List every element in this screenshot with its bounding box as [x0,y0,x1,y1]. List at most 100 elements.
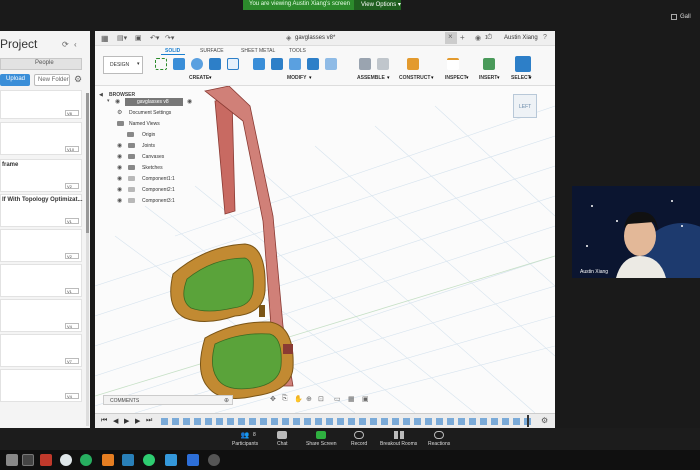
version-badge[interactable]: V2 [65,253,79,259]
version-badge[interactable]: V1 [65,288,79,294]
version-badge[interactable]: V2 [65,183,79,189]
view-options-button[interactable]: View Options ▾ [354,0,401,10]
eye-icon[interactable]: ◉ [117,175,122,182]
measure-icon[interactable] [447,58,459,70]
file-item[interactable]: frame V2 [0,159,82,192]
eye-icon[interactable]: ◉ [117,153,122,160]
new-folder-button[interactable]: New Folder [34,74,70,86]
scrollbar[interactable] [86,93,89,426]
file-item[interactable]: V4 [0,369,82,402]
create-sketch-icon[interactable] [155,58,167,70]
offset-plane-icon[interactable] [407,58,419,70]
create-menu[interactable]: CREATE [189,75,209,81]
tab-surface[interactable]: SURFACE [200,48,224,54]
modify-menu[interactable]: MODIFY [287,75,306,81]
fit-icon[interactable]: ⊡ [318,395,324,403]
new-component-icon[interactable] [359,58,371,70]
orbit-icon[interactable]: ✥ [270,395,276,403]
tab-people[interactable]: People [0,58,82,70]
comments-panel[interactable]: COMMENTS ⊕ [103,395,233,405]
grid-menu-icon[interactable]: ▦ [101,34,109,43]
file-item[interactable]: V8 [0,90,82,119]
go-to-start-icon[interactable]: ⏮ [101,417,107,425]
shell-icon[interactable] [307,58,319,70]
task-view-icon[interactable] [22,454,34,466]
file-item[interactable]: V2 [0,229,82,262]
redo-icon[interactable]: ↷▾ [165,34,174,42]
look-at-icon[interactable]: ⎘ [282,395,288,403]
eye-icon[interactable]: ◉ [117,197,122,204]
grid-settings-icon[interactable]: ▦ [348,395,355,403]
collapse-icon[interactable]: ◀ [99,92,103,98]
pattern-icon[interactable] [227,58,239,70]
notification-count[interactable]: 1 [485,35,488,41]
version-badge[interactable]: V1 [65,218,79,224]
chamfer-icon[interactable] [289,58,301,70]
browser-root[interactable]: ▾ ◉ gavglasses v8 ◉ [107,98,192,107]
assemble-menu[interactable]: ASSEMBLE [357,75,385,81]
close-tab-icon[interactable]: × [445,32,457,44]
file-item[interactable]: lf With Topology Optimizat... V1 [0,194,83,227]
timeline-marker[interactable] [527,415,529,427]
pan-icon[interactable]: ✋ [294,395,303,403]
eye-icon[interactable]: ◉ [117,186,122,193]
play-icon[interactable]: ▶ [124,417,129,425]
upload-button[interactable]: Upload [0,74,30,86]
go-to-end-icon[interactable]: ⏭ [146,417,152,425]
inspect-menu[interactable]: INSPECT [445,75,467,81]
step-forward-icon[interactable]: ▶ [135,417,140,425]
app-icon[interactable] [208,454,220,466]
viewports-icon[interactable]: ▣ [362,395,369,403]
help-icon[interactable]: ? [543,34,547,41]
share-screen-button[interactable]: Share Screen [306,431,337,447]
refresh-icon[interactable]: ⟳ [62,40,69,49]
app-icon[interactable] [40,454,52,466]
vscode-icon[interactable] [122,454,134,466]
eye-icon[interactable]: ◉ [115,98,120,105]
fusion-taskbar-icon[interactable] [102,454,114,466]
select-icon[interactable] [515,56,531,72]
new-tab-icon[interactable]: + [460,33,465,42]
gallery-view-label[interactable]: Gall [680,14,691,20]
add-comment-icon[interactable]: ⊕ [224,397,229,404]
display-settings-icon[interactable]: ▭ [334,395,341,403]
user-name[interactable]: Austin Xiang [504,35,538,41]
version-badge[interactable]: V4 [65,393,79,399]
version-badge[interactable]: V4 [65,323,79,329]
revolve-icon[interactable] [191,58,203,70]
file-item[interactable]: V4 [0,299,82,332]
scale-icon[interactable] [325,58,337,70]
design-canvas[interactable]: ◀ BROWSER ▾ ◉ gavglasses v8 ◉ ⚙ Document … [95,86,555,413]
version-badge[interactable]: V10 [65,146,79,152]
step-back-icon[interactable]: ◀ [113,417,118,425]
select-menu[interactable]: SELECT [511,75,531,81]
fillet-icon[interactable] [271,58,283,70]
temple-left[interactable] [214,97,236,215]
extensions-icon[interactable]: ◉ [475,34,481,42]
app-icon[interactable] [143,454,155,466]
reactions-button[interactable]: Reactions [428,431,450,447]
version-badge[interactable]: V8 [65,110,79,116]
expand-icon[interactable]: ▾ [107,98,110,104]
gear-icon[interactable]: ⚙ [74,74,82,85]
undo-icon[interactable]: ↶▾ [150,34,159,42]
tab-tools[interactable]: TOOLS [289,48,306,54]
version-badge[interactable]: V7 [65,358,79,364]
gallery-view-icon[interactable] [671,14,677,20]
record-button[interactable]: Record [351,431,367,447]
extrude-icon[interactable] [173,58,185,70]
close-panel-icon[interactable]: ‹ [74,40,77,49]
viewcube[interactable]: LEFT [513,94,537,118]
timeline-features[interactable] [161,418,531,425]
file-item[interactable]: V10 [0,122,82,155]
save-icon[interactable]: ▣ [135,34,142,42]
active-radio-icon[interactable]: ◉ [187,98,192,105]
insert-menu[interactable]: INSERT [479,75,497,81]
construct-menu[interactable]: CONSTRUCT [399,75,430,81]
file-menu-icon[interactable]: ▤▾ [117,34,127,42]
file-item[interactable]: V7 [0,334,82,367]
workspace-switcher[interactable]: DESIGN ▾ [103,56,143,74]
zoom-icon[interactable]: ⊕ [306,395,312,403]
tab-sheet-metal[interactable]: SHEET METAL [241,48,275,54]
spotify-icon[interactable] [80,454,92,466]
